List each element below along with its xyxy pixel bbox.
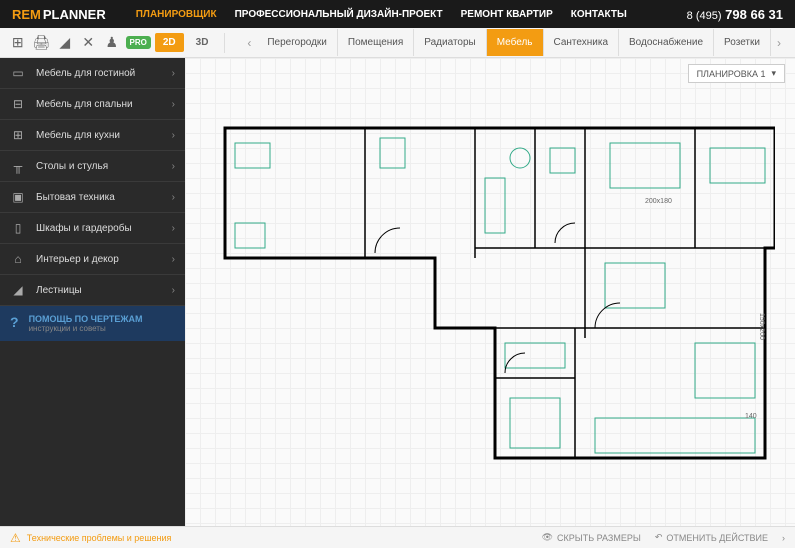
chevron-right-icon: ›	[172, 99, 175, 110]
sidebar: ▭ Мебель для гостиной › ⊟ Мебель для спа…	[0, 58, 185, 526]
nav-design[interactable]: ПРОФЕССИОНАЛЬНЫЙ ДИЗАЙН-ПРОЕКТ	[235, 9, 443, 20]
sidebar-item-label: Лестницы	[36, 285, 162, 296]
pro-badge[interactable]: PRO	[126, 36, 151, 49]
sidebar-item-appliances[interactable]: ▣ Бытовая техника ›	[0, 182, 185, 213]
chevron-right-icon: ›	[172, 192, 175, 203]
undo-label: ОТМЕНИТЬ ДЕЙСТВИЕ	[666, 533, 768, 543]
main-area: ▭ Мебель для гостиной › ⊟ Мебель для спа…	[0, 58, 795, 526]
kitchen-icon: ⊞	[10, 127, 26, 143]
sidebar-item-decor[interactable]: ⌂ Интерьер и декор ›	[0, 244, 185, 275]
view-3d-button[interactable]: 3D	[188, 33, 217, 52]
chevron-right-icon: ›	[172, 68, 175, 79]
view-2d-button[interactable]: 2D	[155, 33, 184, 52]
phone-prefix: 8 (495)	[687, 10, 722, 22]
tabs-prev-icon[interactable]: ‹	[241, 36, 257, 50]
sidebar-item-wardrobes[interactable]: ▯ Шкафы и гардеробы ›	[0, 213, 185, 244]
help-icon: ?	[10, 314, 19, 333]
dim-label: 200x180	[645, 198, 672, 205]
sidebar-item-label: Интерьер и декор	[36, 254, 162, 265]
nav-repair[interactable]: РЕМОНТ КВАРТИР	[461, 9, 553, 20]
chevron-right-icon: ›	[172, 223, 175, 234]
sidebar-item-label: Бытовая техника	[36, 192, 162, 203]
tools-icon[interactable]: ✕	[79, 32, 99, 54]
dim-label: 140	[745, 413, 757, 420]
main-nav: ПЛАНИРОВЩИК ПРОФЕССИОНАЛЬНЫЙ ДИЗАЙН-ПРОЕ…	[136, 9, 627, 20]
hide-dims-label: СКРЫТЬ РАЗМЕРЫ	[557, 533, 641, 543]
logo[interactable]: REMPLANNER	[12, 7, 106, 22]
phone-main: 798 66 31	[725, 7, 783, 22]
help-sub: инструкции и советы	[29, 324, 143, 333]
wardrobe-icon: ▯	[10, 220, 26, 236]
sidebar-item-tables[interactable]: ╥ Столы и стулья ›	[0, 151, 185, 182]
category-tabs: ‹ Перегородки Помещения Радиаторы Мебель…	[241, 29, 787, 56]
sidebar-item-kitchen[interactable]: ⊞ Мебель для кухни ›	[0, 120, 185, 151]
chevron-right-icon: ›	[172, 130, 175, 141]
dim-label: 150x200	[758, 313, 765, 340]
tab-plumbing[interactable]: Сантехника	[544, 29, 620, 56]
stairs-icon: ◢	[10, 282, 26, 298]
nav-planner[interactable]: ПЛАНИРОВЩИК	[136, 9, 217, 20]
floorplan[interactable]: 200x180 150x200 140	[215, 118, 775, 498]
chevron-right-icon[interactable]: ›	[782, 532, 785, 543]
tab-water[interactable]: Водоснабжение	[619, 29, 714, 56]
sidebar-item-living[interactable]: ▭ Мебель для гостиной ›	[0, 58, 185, 89]
undo-button[interactable]: ↶ ОТМЕНИТЬ ДЕЙСТВИЕ	[655, 532, 768, 543]
footer-issues-link[interactable]: Технические проблемы и решения	[27, 533, 172, 543]
tab-sockets[interactable]: Розетки	[714, 29, 771, 56]
help-title: ПОМОЩЬ ПО ЧЕРТЕЖАМ	[29, 314, 143, 324]
sidebar-item-stairs[interactable]: ◢ Лестницы ›	[0, 275, 185, 306]
appliance-icon: ▣	[10, 189, 26, 205]
sidebar-item-bedroom[interactable]: ⊟ Мебель для спальни ›	[0, 89, 185, 120]
sidebar-item-label: Шкафы и гардеробы	[36, 223, 162, 234]
layers-icon[interactable]: ⊞	[8, 32, 28, 54]
nav-contacts[interactable]: КОНТАКТЫ	[571, 9, 627, 20]
ruler-icon[interactable]: ◢	[55, 32, 75, 54]
print-icon[interactable]: 🖨	[32, 32, 52, 54]
undo-icon: ↶	[655, 532, 663, 543]
toolbar: ⊞ 🖨 ◢ ✕ ♟ PRO 2D 3D ‹ Перегородки Помеще…	[0, 28, 795, 58]
sidebar-item-label: Столы и стулья	[36, 161, 162, 172]
chevron-right-icon: ›	[172, 285, 175, 296]
canvas[interactable]: ПЛАНИРОВКА 1 ▾	[185, 58, 795, 526]
table-icon: ╥	[10, 158, 26, 174]
layout-selector[interactable]: ПЛАНИРОВКА 1 ▾	[688, 64, 785, 83]
sidebar-help[interactable]: ? ПОМОЩЬ ПО ЧЕРТЕЖАМ инструкции и советы	[0, 306, 185, 341]
hide-dims-button[interactable]: 👁 СКРЫТЬ РАЗМЕРЫ	[542, 532, 641, 543]
sidebar-item-label: Мебель для кухни	[36, 130, 162, 141]
user-icon[interactable]: ♟	[102, 32, 122, 54]
footer: ⚠ Технические проблемы и решения 👁 СКРЫТ…	[0, 526, 795, 548]
house-icon: ⌂	[10, 251, 26, 267]
bed-icon: ⊟	[10, 96, 26, 112]
sofa-icon: ▭	[10, 65, 26, 81]
logo-rem: REM	[12, 7, 41, 22]
eye-icon: 👁	[542, 532, 553, 543]
tab-walls[interactable]: Перегородки	[257, 29, 338, 56]
chevron-down-icon: ▾	[771, 68, 776, 79]
phone: 8 (495) 798 66 31	[687, 7, 783, 22]
footer-actions: 👁 СКРЫТЬ РАЗМЕРЫ ↶ ОТМЕНИТЬ ДЕЙСТВИЕ ›	[542, 532, 785, 543]
tab-radiators[interactable]: Радиаторы	[414, 29, 486, 56]
app-header: REMPLANNER ПЛАНИРОВЩИК ПРОФЕССИОНАЛЬНЫЙ …	[0, 0, 795, 28]
tab-rooms[interactable]: Помещения	[338, 29, 414, 56]
help-text: ПОМОЩЬ ПО ЧЕРТЕЖАМ инструкции и советы	[29, 314, 143, 333]
logo-planner: PLANNER	[43, 7, 106, 22]
chevron-right-icon: ›	[172, 254, 175, 265]
warning-icon: ⚠	[10, 531, 21, 545]
sidebar-item-label: Мебель для гостиной	[36, 68, 162, 79]
separator	[224, 33, 225, 53]
layout-label: ПЛАНИРОВКА 1	[697, 69, 766, 79]
sidebar-item-label: Мебель для спальни	[36, 99, 162, 110]
tabs-next-icon[interactable]: ›	[771, 36, 787, 50]
chevron-right-icon: ›	[172, 161, 175, 172]
tab-furniture[interactable]: Мебель	[487, 29, 544, 56]
